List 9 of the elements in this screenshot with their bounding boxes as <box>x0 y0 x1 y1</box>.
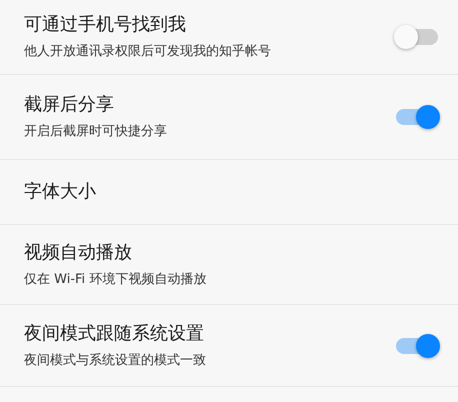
setting-title: 夜间模式跟随系统设置 <box>24 322 205 344</box>
setting-description: 开启后截屏时可快捷分享 <box>24 124 167 140</box>
setting-description: 仅在 Wi-Fi 环境下视频自动播放 <box>24 272 206 288</box>
setting-title: 截屏后分享 <box>24 94 115 116</box>
setting-title: 字体大小 <box>24 181 96 203</box>
setting-title: 可通过手机号找到我 <box>24 14 187 36</box>
setting-title: 视频自动播放 <box>24 242 133 264</box>
setting-description: 他人开放通讯录权限后可发现我的知乎帐号 <box>24 44 271 60</box>
setting-description: 夜间模式与系统设置的模式一致 <box>24 352 206 368</box>
